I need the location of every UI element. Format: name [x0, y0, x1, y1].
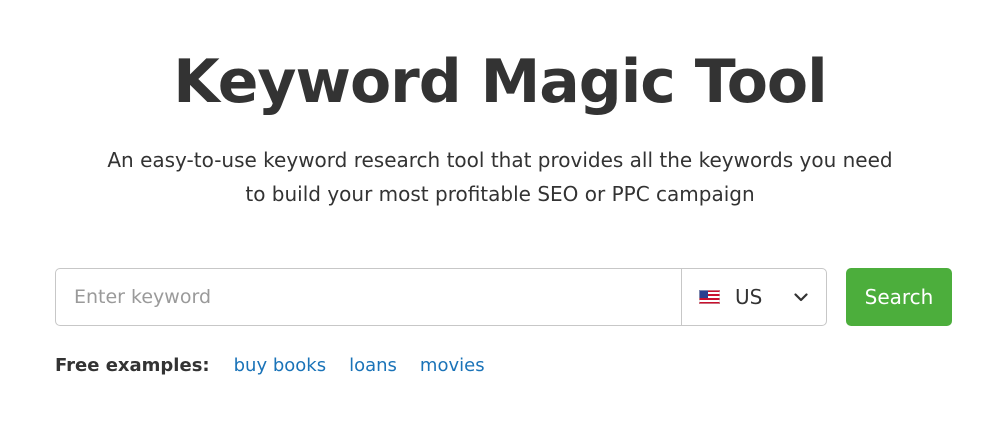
database-select[interactable]: US — [681, 269, 826, 325]
page-title: Keyword Magic Tool — [173, 47, 827, 117]
page-subtitle: An easy-to-use keyword research tool tha… — [100, 143, 900, 211]
database-selected-value: US — [735, 285, 763, 309]
subtitle-line-2: to build your most profitable SEO or PPC… — [245, 182, 755, 206]
keyword-magic-tool-hero: Keyword Magic Tool An easy-to-use keywor… — [0, 0, 1000, 429]
keyword-input[interactable] — [56, 269, 681, 325]
free-examples: Free examples: buy books loans movies — [55, 352, 508, 378]
example-link-loans[interactable]: loans — [349, 355, 397, 376]
us-flag-icon — [699, 290, 720, 304]
free-examples-label: Free examples: — [55, 354, 210, 376]
search-button[interactable]: Search — [846, 268, 952, 326]
example-link-buy-books[interactable]: buy books — [234, 355, 326, 376]
example-link-movies[interactable]: movies — [420, 355, 485, 376]
subtitle-line-1: An easy-to-use keyword research tool tha… — [107, 148, 893, 172]
chevron-down-icon — [794, 292, 808, 301]
keyword-search-box: US — [55, 268, 827, 326]
